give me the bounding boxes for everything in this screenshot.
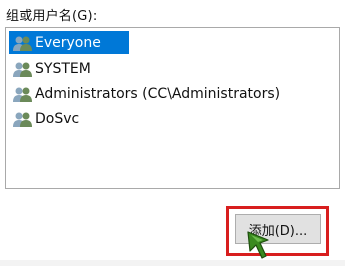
pointer-cursor-icon: [247, 231, 269, 259]
users-group-icon: [13, 87, 32, 102]
list-item-label: SYSTEM: [35, 60, 91, 77]
users-group-icon: [13, 112, 32, 127]
list-item-system[interactable]: SYSTEM: [9, 57, 91, 80]
list-item-label: DoSvc: [35, 110, 80, 127]
bottom-edge: [0, 260, 345, 266]
group-or-user-names-label: 组或用户名(G):: [6, 9, 98, 24]
principals-listbox[interactable]: Everyone SYSTEM Administrators (CC\Admin…: [5, 27, 340, 189]
list-item-administrators[interactable]: Administrators (CC\Administrators): [9, 82, 280, 105]
list-item-dosvc[interactable]: DoSvc: [9, 107, 79, 130]
permissions-panel: 组或用户名(G): Everyone SYSTEM Administrators…: [0, 0, 345, 266]
users-group-icon: [13, 36, 32, 51]
list-item-label: Everyone: [35, 34, 101, 51]
list-item-everyone[interactable]: Everyone: [9, 31, 129, 54]
list-item-label: Administrators (CC\Administrators): [35, 85, 281, 102]
users-group-icon: [13, 62, 32, 77]
